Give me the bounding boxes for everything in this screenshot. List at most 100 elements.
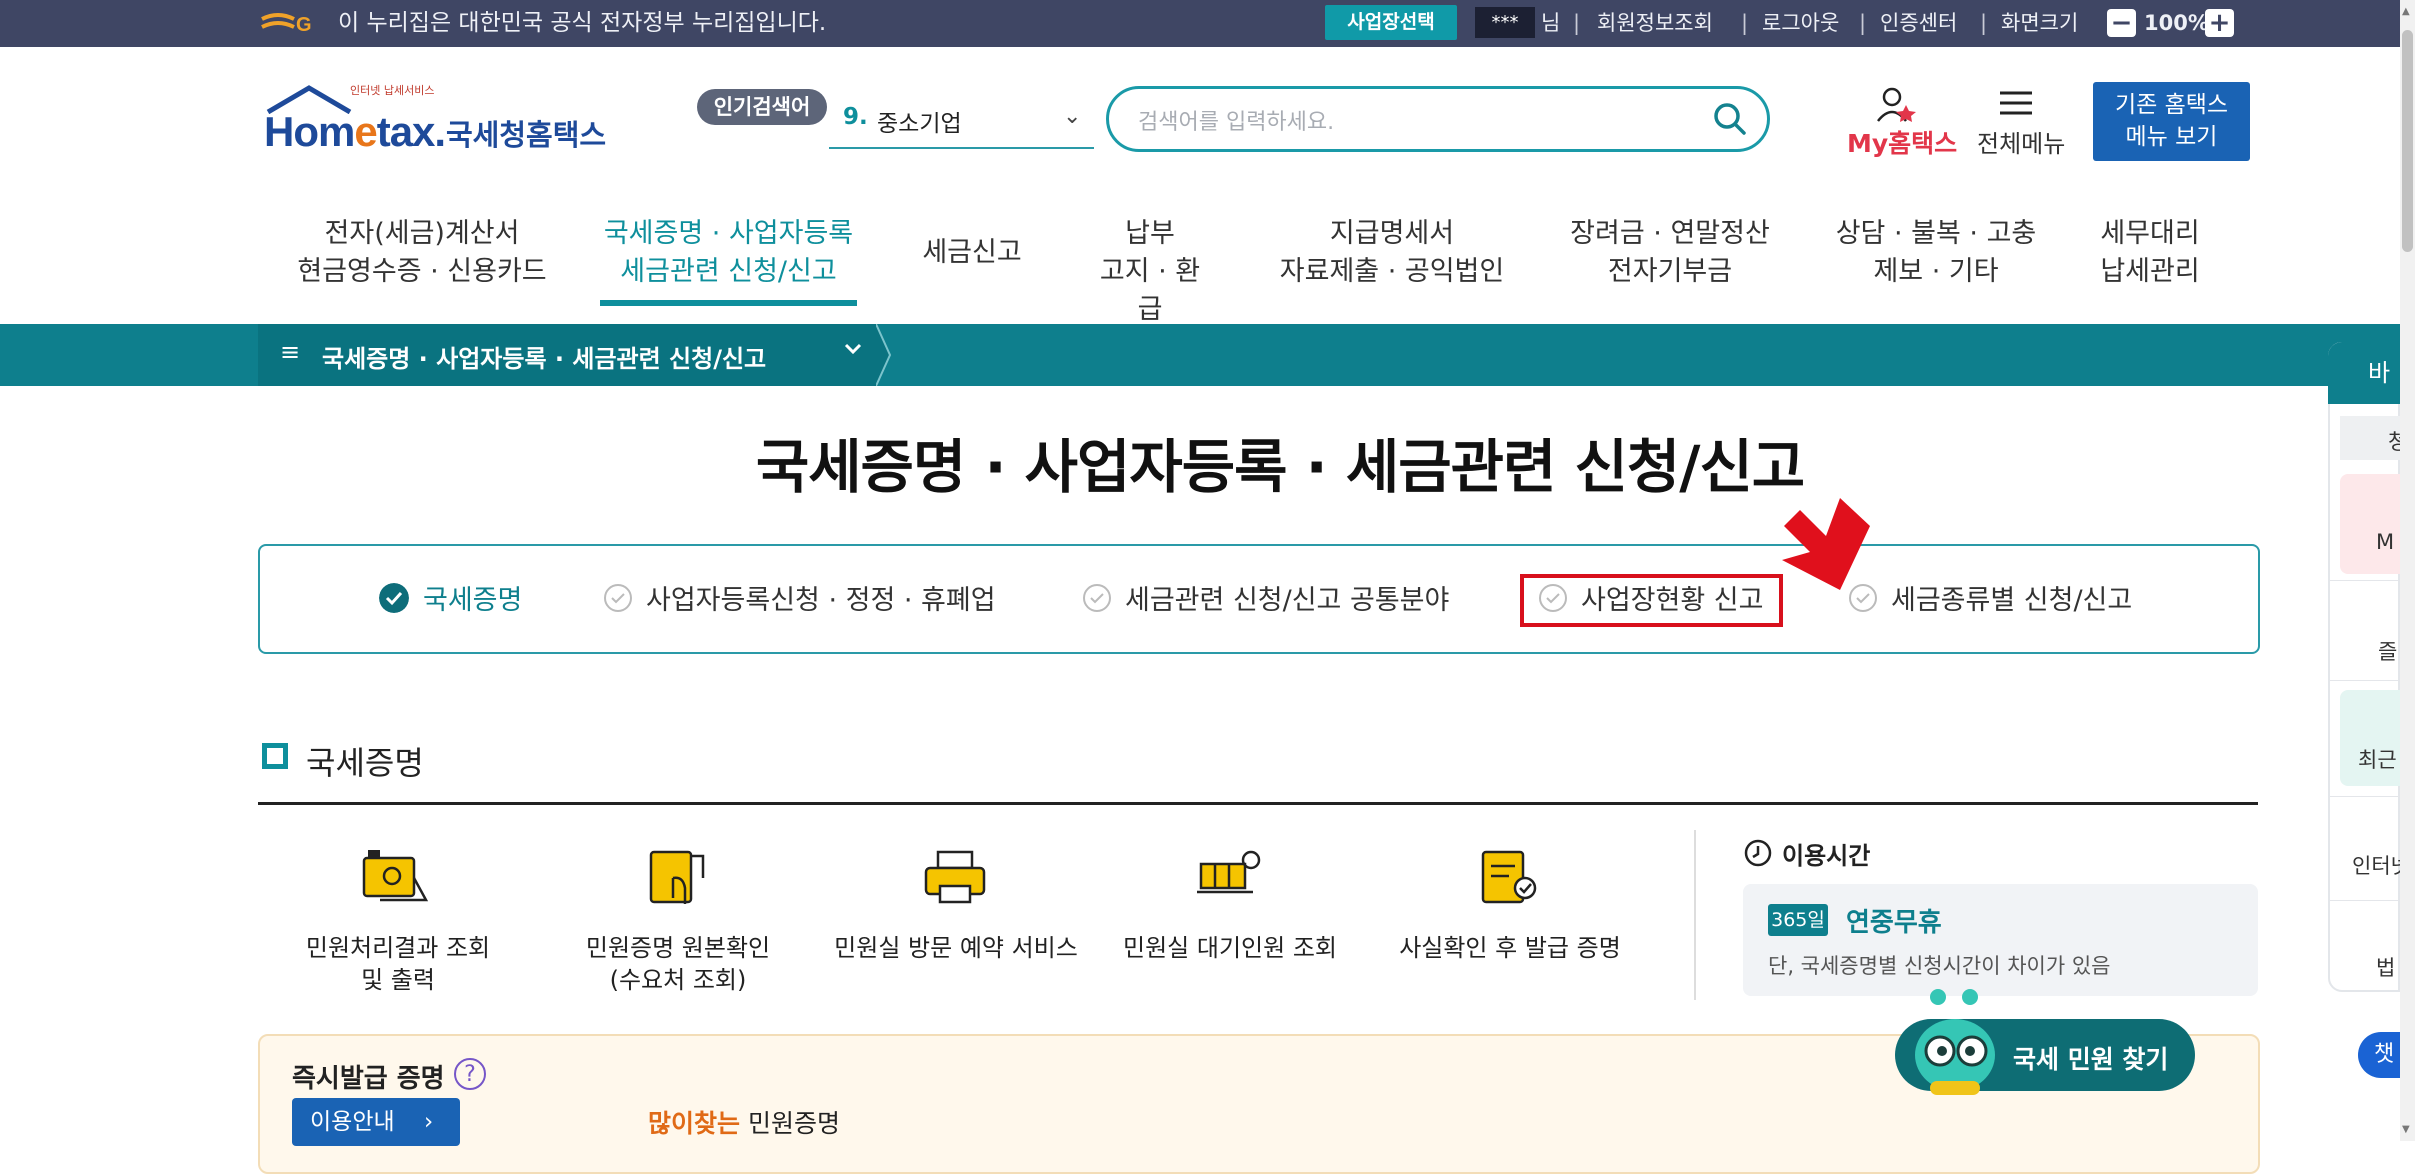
service-label: 민원실 대기인원 조회 bbox=[1123, 934, 1337, 962]
gnb-payment[interactable]: 납부 고지 · 환급 bbox=[1090, 215, 1210, 329]
logout-link[interactable]: 로그아웃 bbox=[1762, 8, 1839, 38]
red-arrow-annotation-icon bbox=[1782, 498, 1870, 590]
hometax-logo[interactable]: Hometax. bbox=[264, 108, 446, 156]
gnb-label: 세무대리 bbox=[2100, 218, 2200, 249]
scroll-down-icon[interactable]: ▼ bbox=[2402, 1124, 2410, 1135]
breadcrumb-current[interactable]: 국세증명 · 사업자등록 · 세금관련 신청/신고 bbox=[322, 339, 766, 374]
instant-issue-title: 즉시발급 증명 bbox=[292, 1064, 445, 1094]
quick-menu-head[interactable]: 바 bbox=[2328, 342, 2400, 404]
help-icon[interactable]: ? bbox=[454, 1058, 486, 1090]
usage-guide-button[interactable]: 이용안내 › bbox=[292, 1098, 460, 1146]
logo-part-a: Hom bbox=[264, 108, 355, 155]
result-print-icon[interactable] bbox=[360, 848, 430, 908]
scroll-up-icon[interactable]: ▲ bbox=[2402, 6, 2410, 17]
fact-check-issue-icon[interactable] bbox=[1475, 848, 1545, 908]
section-square-icon bbox=[262, 743, 288, 769]
gnb-payment-statement[interactable]: 지급명세서 자료제출 · 공익법인 bbox=[1272, 215, 1512, 291]
gnb-label: 납세관리 bbox=[2100, 256, 2200, 287]
auth-center-link[interactable]: 인증센터 bbox=[1880, 8, 1957, 38]
gnb-label: 세금신고 bbox=[922, 237, 1022, 268]
my-hometax-user-icon[interactable] bbox=[1876, 87, 1920, 123]
tab-tax-type-filing[interactable]: 세금종류별 신청/신고 bbox=[1891, 578, 2132, 617]
separator: | bbox=[1859, 11, 1867, 35]
gnb-label: 고지 · 환급 bbox=[1099, 256, 1201, 325]
service-label: 사실확인 후 발급 증명 bbox=[1399, 934, 1621, 962]
quick-item-bg bbox=[2340, 474, 2400, 574]
chevron-down-icon[interactable]: ⌄ bbox=[1063, 104, 1081, 129]
gnb-label: 장려금 · 연말정산 bbox=[1570, 218, 1770, 249]
old-hometax-menu-button[interactable]: 기존 홈택스 메뉴 보기 bbox=[2093, 82, 2250, 161]
zoom-out-button[interactable]: − bbox=[2107, 9, 2136, 37]
breadcrumb-menu-icon: ≡ bbox=[280, 338, 301, 366]
quick-item[interactable]: 최근 bbox=[2358, 744, 2397, 774]
section-title: 국세증명 bbox=[306, 744, 424, 782]
gnb-certificates[interactable]: 국세증명 · 사업자등록 세금관련 신청/신고 bbox=[600, 215, 857, 291]
gnb-tax-agent[interactable]: 세무대리 납세관리 bbox=[2085, 215, 2215, 291]
certificate-verify-icon[interactable] bbox=[643, 848, 713, 908]
hamburger-menu-icon[interactable] bbox=[1998, 89, 2034, 119]
popular-search-badge: 인기검색어 bbox=[697, 89, 827, 125]
zoom-value: 100% bbox=[2144, 11, 2209, 35]
tab-tax-certificate[interactable]: 국세증명 bbox=[423, 578, 522, 617]
service-fact-check-issue[interactable]: 사실확인 후 발급 증명 bbox=[1390, 932, 1630, 964]
quick-item[interactable]: 법 bbox=[2376, 952, 2395, 982]
waiting-queue-icon[interactable] bbox=[1195, 848, 1265, 908]
gnb-label: 지급명세서 bbox=[1329, 218, 1455, 249]
tab-business-registration[interactable]: 사업자등록신청 · 정정 · 휴폐업 bbox=[646, 578, 996, 617]
service-waiting-inquiry[interactable]: 민원실 대기인원 조회 bbox=[1118, 932, 1342, 964]
gnb-active-underline bbox=[600, 300, 857, 306]
hours-main-text: 연중무휴 bbox=[1846, 908, 1942, 938]
section-divider bbox=[258, 802, 2258, 805]
search-icon[interactable] bbox=[1713, 102, 1747, 136]
logo-korean-name: 국세청홈택스 bbox=[446, 118, 607, 152]
tab-common-applications[interactable]: 세금관련 신청/신고 공통분야 bbox=[1125, 578, 1449, 617]
popular-search-rank: 9. bbox=[843, 104, 868, 130]
gnb-label: 납부 bbox=[1125, 218, 1175, 249]
quick-divider bbox=[2330, 680, 2400, 681]
gnb-tax-filing[interactable]: 세금신고 bbox=[907, 234, 1037, 272]
popular-highlight: 많이찾는 bbox=[648, 1109, 741, 1138]
hours-badge: 365일 bbox=[1768, 904, 1828, 936]
gnb-e-invoice[interactable]: 전자(세금)계산서 현금영수증 · 신용카드 bbox=[292, 215, 552, 291]
service-original-verify[interactable]: 민원증명 원본확인 (수요처 조회) bbox=[578, 932, 778, 996]
popular-search-underline bbox=[829, 147, 1094, 149]
printer-reservation-icon[interactable] bbox=[920, 848, 990, 908]
service-label: 및 출력 bbox=[361, 966, 435, 994]
quick-item[interactable]: M bbox=[2376, 530, 2394, 554]
hours-title: 이용시간 bbox=[1782, 842, 1871, 870]
logo-subtitle: 인터넷 납세서비스 bbox=[350, 84, 435, 97]
gnb-label: 전자(세금)계산서 bbox=[324, 218, 520, 249]
scrollbar-thumb[interactable] bbox=[2402, 30, 2413, 252]
breadcrumb-arrow-icon bbox=[876, 324, 892, 386]
check-circle-icon bbox=[604, 584, 632, 612]
service-visit-reservation[interactable]: 민원실 방문 예약 서비스 bbox=[826, 932, 1086, 964]
old-hometax-line1: 기존 홈택스 bbox=[2114, 92, 2229, 118]
all-menu-link[interactable]: 전체메뉴 bbox=[1977, 124, 2065, 159]
mascot-character-icon[interactable] bbox=[1900, 985, 2010, 1095]
quick-divider bbox=[2330, 900, 2400, 901]
find-tax-service-label: 국세 민원 찾기 bbox=[2013, 1045, 2169, 1074]
service-result-inquiry[interactable]: 민원처리결과 조회 및 출력 bbox=[298, 932, 498, 996]
member-info-link[interactable]: 회원정보조회 bbox=[1597, 8, 1713, 38]
business-select-button[interactable]: 사업장선택 bbox=[1325, 5, 1457, 40]
my-hometax-link[interactable]: My홈택스 bbox=[1847, 124, 1957, 160]
logo-part-e: e bbox=[354, 108, 377, 155]
chevron-down-icon[interactable] bbox=[843, 342, 863, 356]
gnb-label: 자료제출 · 공익법인 bbox=[1279, 256, 1505, 287]
zoom-in-button[interactable]: + bbox=[2205, 9, 2234, 37]
service-label: 민원실 방문 예약 서비스 bbox=[834, 934, 1078, 962]
separator: | bbox=[1573, 11, 1581, 35]
quick-item[interactable]: 즐 bbox=[2378, 636, 2397, 666]
popular-search-word[interactable]: 중소기업 bbox=[877, 104, 962, 138]
service-label: (수요처 조회) bbox=[609, 966, 747, 994]
quick-divider bbox=[2330, 580, 2400, 581]
gnb-consulting[interactable]: 상담 · 불복 · 고충 제보 · 기타 bbox=[1826, 215, 2046, 291]
quick-divider bbox=[2330, 796, 2400, 797]
gnb-label: 국세증명 · 사업자등록 bbox=[603, 218, 854, 249]
vertical-divider bbox=[1694, 830, 1696, 1000]
page-title: 국세증명 · 사업자등록 · 세금관련 신청/신고 bbox=[755, 433, 1805, 501]
service-label: 민원처리결과 조회 bbox=[305, 934, 491, 962]
gov-notice-text: 이 누리집은 대한민국 공식 전자정부 누리집입니다. bbox=[338, 10, 827, 36]
gnb-incentives[interactable]: 장려금 · 연말정산 전자기부금 bbox=[1560, 215, 1780, 291]
screen-size-label: 화면크기 bbox=[2001, 11, 2079, 35]
